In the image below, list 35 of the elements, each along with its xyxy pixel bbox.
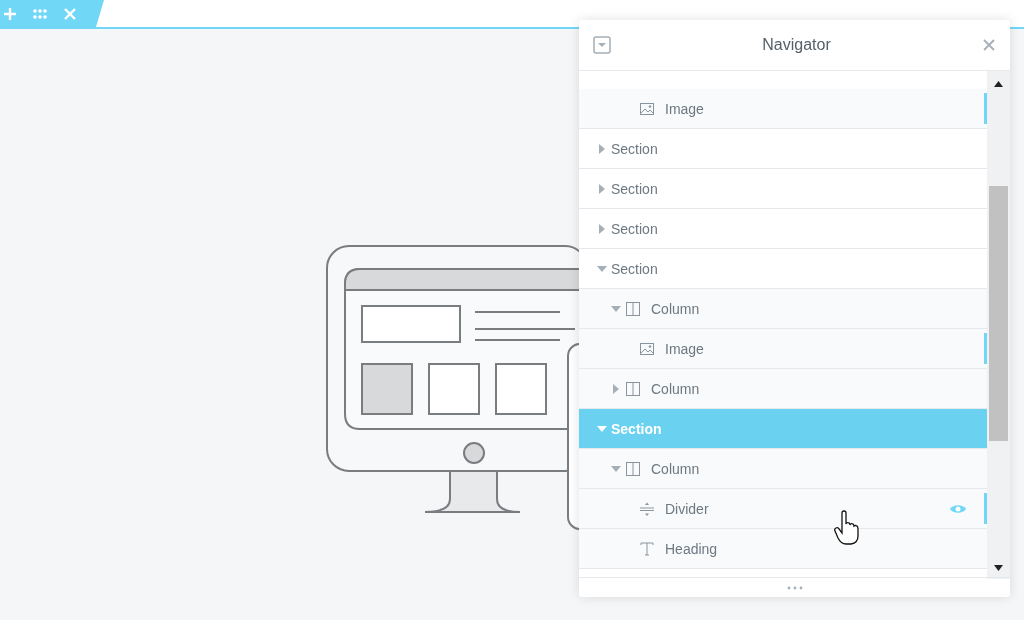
caret-down-icon[interactable] xyxy=(597,265,607,272)
navigator-item[interactable]: Section xyxy=(579,169,987,209)
columns-icon xyxy=(625,300,641,317)
caret-right-icon[interactable] xyxy=(599,223,605,234)
navigator-item[interactable]: Image xyxy=(579,329,987,369)
eye-icon[interactable] xyxy=(949,502,967,515)
divider-icon xyxy=(639,500,655,517)
navigator-item[interactable]: Column xyxy=(579,449,987,489)
close-icon[interactable] xyxy=(982,38,996,52)
navigator-item[interactable]: Section xyxy=(579,249,987,289)
caret-down-icon[interactable] xyxy=(597,425,607,432)
navigator-item[interactable]: Heading xyxy=(579,529,987,569)
caret-right-icon[interactable] xyxy=(613,383,619,394)
caret-down-icon[interactable] xyxy=(611,305,621,312)
image-icon xyxy=(639,100,655,117)
heading-icon xyxy=(639,540,655,557)
navigator-item[interactable]: Image xyxy=(579,89,987,129)
columns-icon xyxy=(625,460,641,477)
resize-handle-icon[interactable] xyxy=(786,585,803,590)
navigator-item[interactable]: Section xyxy=(579,129,987,169)
caret-down-icon[interactable] xyxy=(611,465,621,472)
navigator-item[interactable]: Section xyxy=(579,209,987,249)
caret-right-icon[interactable] xyxy=(599,143,605,154)
navigator-item[interactable]: Column xyxy=(579,289,987,329)
hand-cursor-icon xyxy=(834,510,860,546)
navigator-item[interactable]: Divider xyxy=(579,489,987,529)
navigator-title: Navigator xyxy=(761,36,832,54)
close-icon[interactable] xyxy=(62,5,78,22)
collapse-icon[interactable] xyxy=(593,36,611,54)
scrollbar[interactable] xyxy=(987,71,1010,579)
image-icon xyxy=(639,340,655,357)
navigator-item[interactable]: Column xyxy=(579,369,987,409)
add-icon[interactable] xyxy=(2,5,18,22)
caret-right-icon[interactable] xyxy=(599,183,605,194)
columns-icon xyxy=(625,380,641,397)
